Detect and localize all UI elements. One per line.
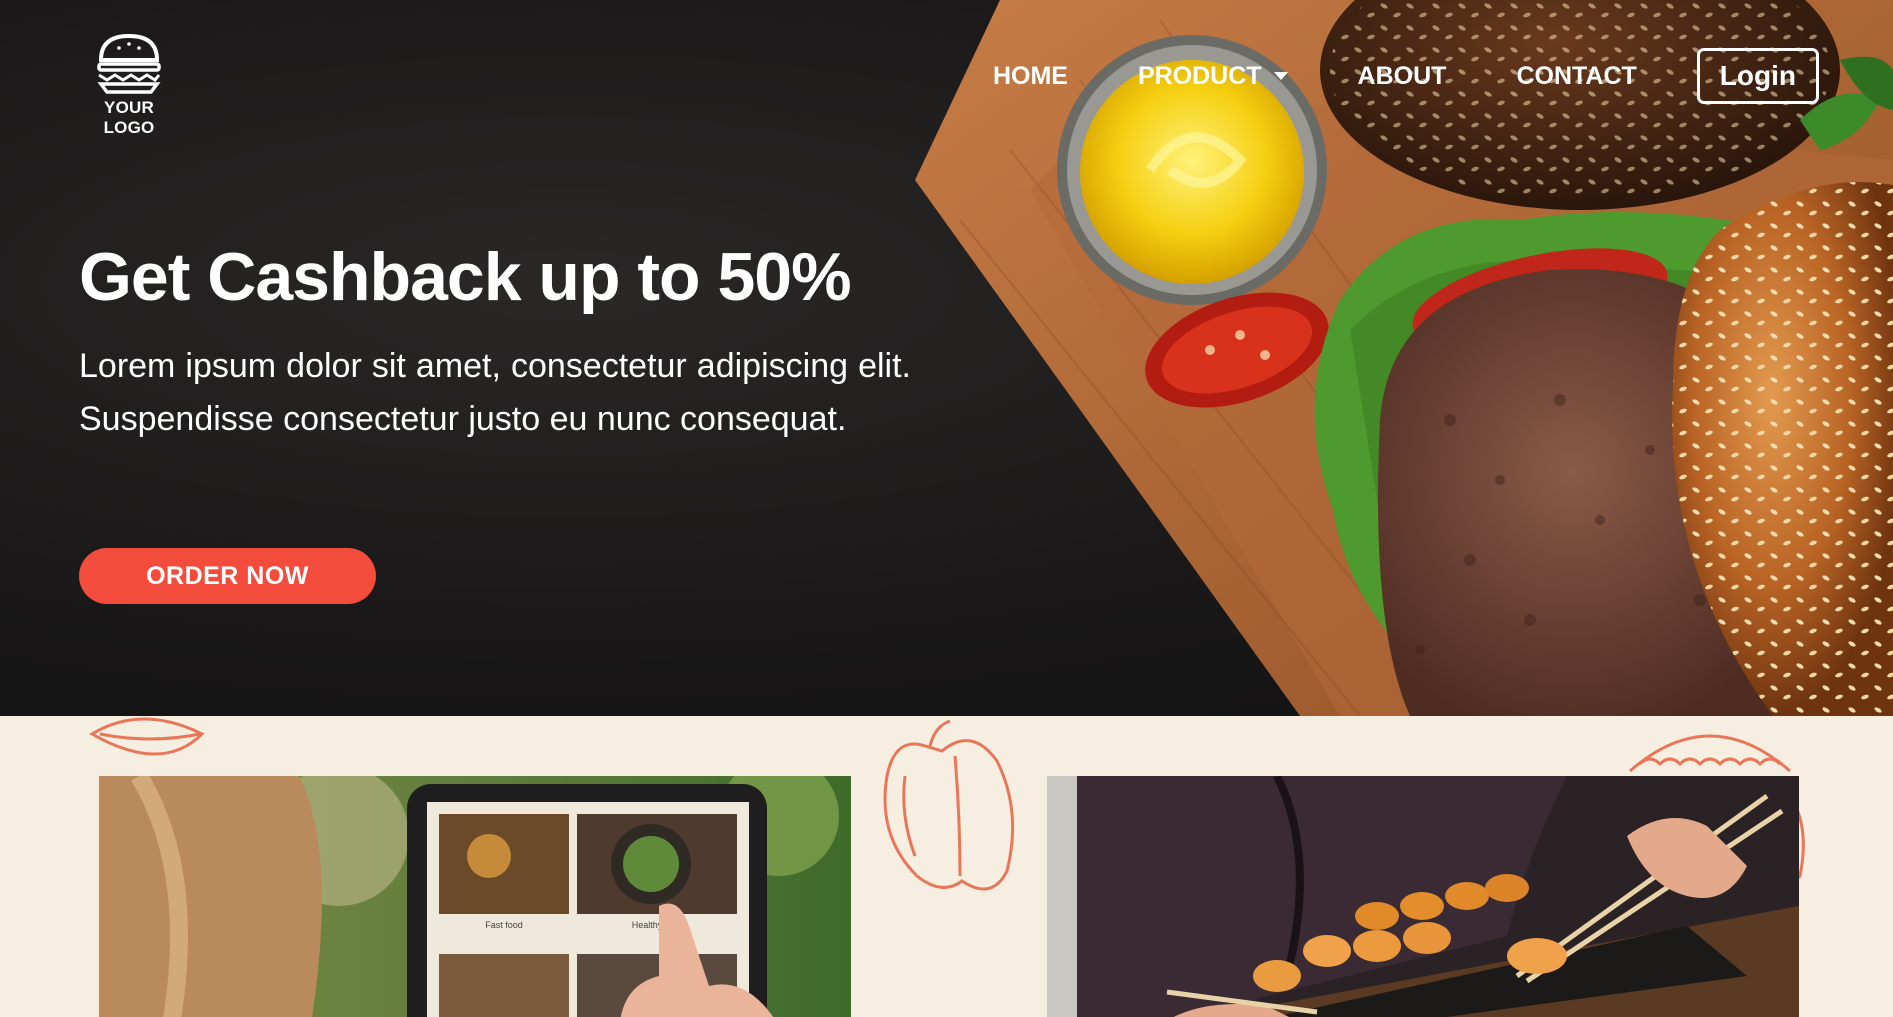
nav-product[interactable]: PRODUCT [1138, 62, 1288, 91]
promo-cards-section: Fast food Healthy food [0, 716, 1893, 1017]
nav-home[interactable]: HOME [993, 62, 1068, 91]
main-nav: HOME PRODUCT ABOUT CONTACT Login [993, 48, 1819, 104]
login-button[interactable]: Login [1696, 48, 1819, 104]
nav-home-label: HOME [992, 61, 1068, 90]
promo-card-tablet[interactable]: Fast food Healthy food [99, 776, 851, 1017]
tablet-label-fast-food: Fast food [485, 920, 523, 930]
tablet-order-image: Fast food Healthy food [99, 776, 851, 1017]
hero-description: Lorem ipsum dolor sit amet, consectetur … [79, 347, 911, 438]
sushi-image [1047, 776, 1799, 1017]
nav-contact[interactable]: CONTACT [1516, 62, 1636, 91]
nav-product-label: PRODUCT [1137, 61, 1262, 90]
nav-contact-label: CONTACT [1516, 61, 1637, 90]
nav-about-label: ABOUT [1357, 61, 1447, 90]
caret-down-icon [1273, 72, 1288, 80]
order-now-button[interactable]: ORDER NOW [79, 548, 376, 604]
hero-title: Get Cashback up to 50% [79, 239, 852, 315]
nav-about[interactable]: ABOUT [1358, 62, 1447, 91]
hero-section: YOUR LOGO HOME PRODUCT ABOUT CONTACT Log… [0, 0, 1893, 716]
burger-icon [97, 34, 161, 94]
logo[interactable]: YOUR LOGO [79, 34, 179, 138]
promo-card-sushi[interactable] [1047, 776, 1799, 1017]
logo-text: YOUR LOGO [103, 98, 155, 137]
